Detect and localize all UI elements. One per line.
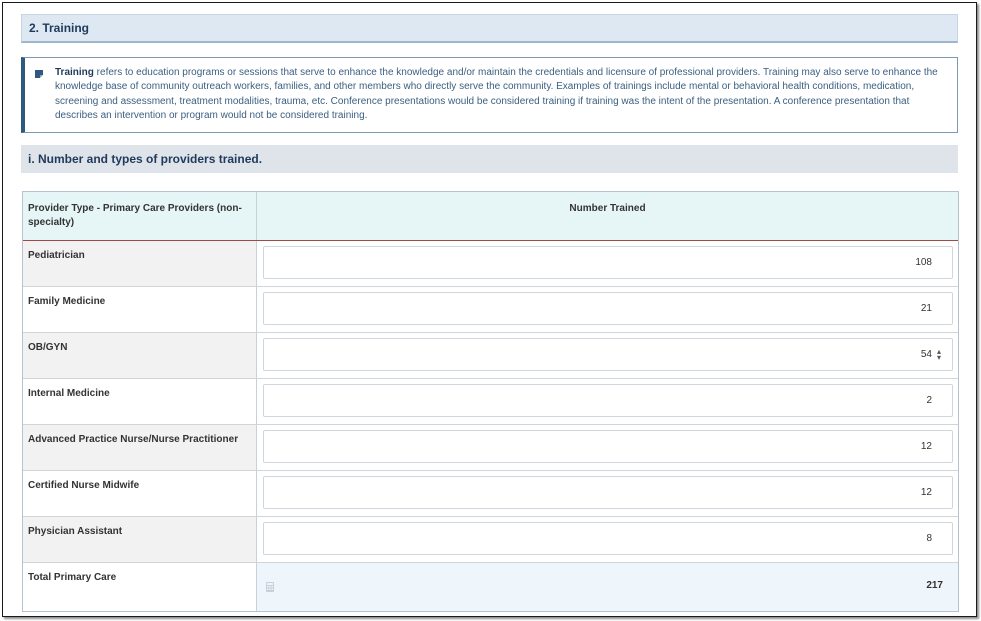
provider-label: Certified Nurse Midwife xyxy=(23,471,257,516)
table-row: OB/GYN ▴▾ xyxy=(23,333,958,379)
provider-label: Pediatrician xyxy=(23,241,257,286)
note-icon xyxy=(35,70,43,78)
provider-label: Advanced Practice Nurse/Nurse Practition… xyxy=(23,425,257,470)
provider-label: Physician Assistant xyxy=(23,517,257,562)
providers-trained-table: Provider Type - Primary Care Providers (… xyxy=(22,191,959,612)
ob-gyn-number-input[interactable] xyxy=(263,338,953,371)
spinner-arrows-icon[interactable]: ▴ ▾ xyxy=(937,348,941,362)
subsection-title: i. Number and types of providers trained… xyxy=(21,145,958,173)
nurse-midwife-number-input[interactable] xyxy=(263,476,953,509)
family-medicine-number-input[interactable] xyxy=(263,292,953,325)
provider-label: Internal Medicine xyxy=(23,379,257,424)
provider-label: Family Medicine xyxy=(23,287,257,332)
nurse-practitioner-number-input[interactable] xyxy=(263,430,953,463)
provider-label: OB/GYN xyxy=(23,333,257,378)
table-row: Advanced Practice Nurse/Nurse Practition… xyxy=(23,425,958,471)
total-label: Total Primary Care xyxy=(23,563,257,611)
form-frame: 2. Training Training refers to education… xyxy=(2,2,977,617)
physician-assistant-number-input[interactable] xyxy=(263,522,953,555)
total-value: 217 xyxy=(926,580,943,591)
table-row: Pediatrician xyxy=(23,241,958,287)
table-row: Physician Assistant xyxy=(23,517,958,563)
calculator-icon xyxy=(266,582,274,592)
column-header-provider: Provider Type - Primary Care Providers (… xyxy=(23,192,257,240)
table-row: Certified Nurse Midwife xyxy=(23,471,958,517)
table-header: Provider Type - Primary Care Providers (… xyxy=(23,192,958,241)
definition-term: Training xyxy=(55,67,94,78)
internal-medicine-number-input[interactable] xyxy=(263,384,953,417)
pediatrician-number-input[interactable] xyxy=(263,246,953,279)
table-row: Family Medicine xyxy=(23,287,958,333)
total-cell: 217 xyxy=(257,563,958,611)
total-row: Total Primary Care 217 xyxy=(23,563,958,611)
training-definition-box: Training refers to education programs or… xyxy=(21,57,958,133)
section-title: 2. Training xyxy=(21,14,958,43)
table-row: Internal Medicine xyxy=(23,379,958,425)
definition-text: refers to education programs or sessions… xyxy=(55,67,938,122)
column-header-number: Number Trained xyxy=(569,203,646,214)
